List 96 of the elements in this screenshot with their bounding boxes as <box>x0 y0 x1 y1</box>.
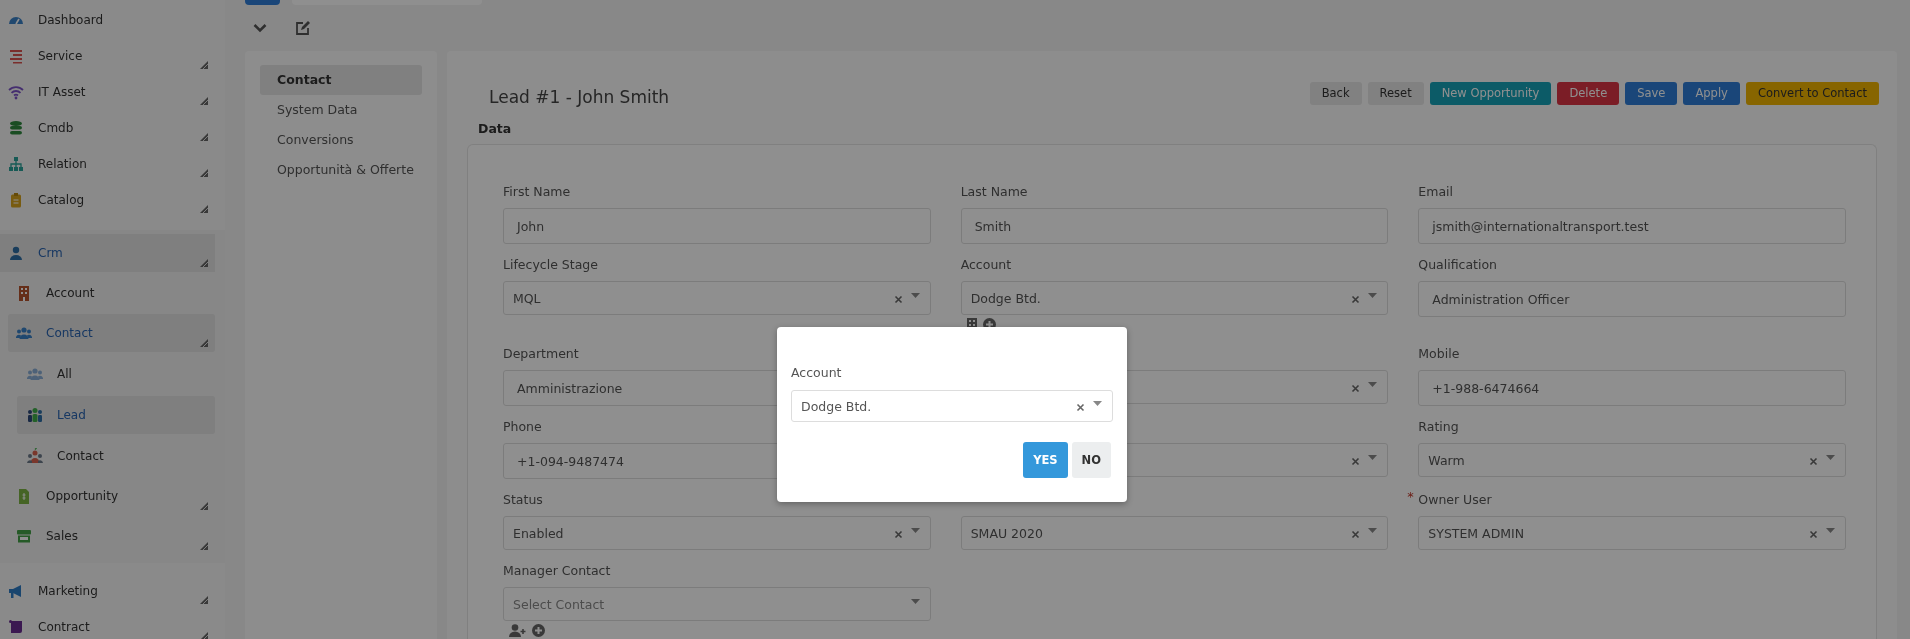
clear-icon[interactable] <box>1351 530 1361 539</box>
field-label: Lifecycle Stage <box>503 256 598 272</box>
field-label: Mobile <box>1418 345 1460 361</box>
caret-down-icon[interactable] <box>1826 528 1835 533</box>
clear-icon[interactable] <box>1351 295 1361 304</box>
scroll-icon <box>8 619 24 635</box>
sidebar-item[interactable]: Marketing <box>0 573 215 609</box>
caret-down-icon[interactable] <box>1368 455 1378 460</box>
caret-down-icon[interactable] <box>1368 528 1378 533</box>
sidebar-item[interactable]: IT Asset <box>0 74 215 110</box>
database-icon <box>8 120 24 136</box>
megaphone-icon <box>8 583 24 599</box>
input-field[interactable]: jsmith@internationaltransport.test <box>1418 208 1846 244</box>
input-field[interactable]: John <box>503 208 931 244</box>
section-menu-item[interactable]: Opportunità & Offerte <box>260 155 422 185</box>
action-button[interactable]: Convert to Contact <box>1745 81 1879 105</box>
record-title: Lead #1 - John Smith <box>489 87 670 107</box>
sidebar-item[interactable]: Service <box>0 38 215 74</box>
select-field[interactable]: MQL <box>503 281 931 315</box>
clear-icon[interactable] <box>893 530 903 539</box>
field-label: Rating <box>1418 418 1459 434</box>
user-icon <box>8 245 24 261</box>
select-field[interactable]: Warm <box>1418 443 1846 477</box>
select-field[interactable]: Dodge Btd. <box>791 390 1113 422</box>
section-title: Data <box>478 121 513 136</box>
clear-icon[interactable] <box>1809 457 1818 466</box>
list-icon <box>8 48 24 64</box>
chevron-down-icon[interactable] <box>253 23 267 33</box>
action-button[interactable]: New Opportunity <box>1429 81 1552 105</box>
select-field[interactable]: Select Contact <box>503 587 931 621</box>
sidebar-item[interactable]: Account <box>8 274 215 312</box>
sidebar-item[interactable]: Cmdb <box>0 110 215 146</box>
sidebar-item[interactable]: Contact <box>8 314 215 352</box>
sidebar-item[interactable]: Catalog <box>0 182 215 218</box>
sidebar-item[interactable]: Opportunity <box>8 477 215 515</box>
edit-icon[interactable] <box>295 20 310 36</box>
clipboard-icon <box>8 192 24 208</box>
caret-down-icon[interactable] <box>910 599 920 604</box>
sitemap-icon <box>8 156 24 172</box>
select-field[interactable]: SYSTEM ADMIN <box>1418 516 1846 550</box>
field-label: Qualification <box>1418 256 1498 272</box>
input-field[interactable]: Administration Officer <box>1418 281 1846 317</box>
user-plus-icon[interactable] <box>509 624 526 637</box>
sidebar-item[interactable]: Contact <box>17 437 215 475</box>
input-field[interactable]: Smith <box>960 208 1389 244</box>
clear-icon[interactable] <box>893 295 903 304</box>
field-label: Account <box>960 256 1012 272</box>
sidebar-item[interactable]: Crm <box>0 234 215 272</box>
users-icon <box>16 325 32 341</box>
section-menu-item[interactable]: System Data <box>260 95 422 125</box>
field-label: Last Name <box>960 183 1028 199</box>
action-button[interactable]: Delete <box>1557 81 1620 105</box>
people-icon <box>27 448 43 464</box>
field-label: Manager Contact <box>503 562 611 578</box>
action-button[interactable]: Apply <box>1683 81 1740 105</box>
action-button[interactable]: Save <box>1625 81 1678 105</box>
dialog-button[interactable]: NO <box>1071 442 1111 478</box>
caret-down-icon[interactable] <box>910 528 920 533</box>
sidebar-item[interactable]: Contract <box>0 609 215 639</box>
action-button[interactable]: Back <box>1309 81 1362 105</box>
field-label: Owner User <box>1418 491 1492 507</box>
users-icon <box>27 366 43 382</box>
store-icon <box>16 528 32 544</box>
section-menu-item[interactable]: Conversions <box>260 125 422 155</box>
users-icon <box>27 407 43 423</box>
sidebar-item[interactable]: Sales <box>8 517 215 555</box>
select-field[interactable]: Dodge Btd. <box>960 281 1389 315</box>
building-icon <box>16 285 32 301</box>
field-label: Status <box>503 491 543 507</box>
dialog-button[interactable]: YES <box>1023 442 1068 478</box>
field-label: Department <box>503 345 579 361</box>
caret-down-icon[interactable] <box>1368 382 1378 387</box>
clear-icon[interactable] <box>1809 530 1818 539</box>
clear-icon[interactable] <box>1351 384 1361 393</box>
field-label: First Name <box>503 183 571 199</box>
document-icon <box>16 488 32 504</box>
caret-down-icon[interactable] <box>1368 293 1378 298</box>
field-label: Email <box>1418 183 1453 199</box>
sidebar-item[interactable]: Relation <box>0 146 215 182</box>
sidebar-item[interactable]: Lead <box>17 396 215 434</box>
caret-down-icon[interactable] <box>1093 401 1102 406</box>
caret-down-icon[interactable] <box>1826 455 1835 460</box>
sidebar-item[interactable]: Dashboard <box>0 2 215 38</box>
clear-icon[interactable] <box>1076 403 1085 412</box>
wifi-icon <box>8 84 24 100</box>
sidebar-item[interactable]: All <box>17 355 215 393</box>
caret-down-icon[interactable] <box>910 293 920 298</box>
section-menu-item[interactable]: Contact <box>260 65 422 95</box>
select-field[interactable]: Enabled <box>503 516 931 550</box>
action-button[interactable]: Reset <box>1367 81 1424 105</box>
required-mark: * <box>1407 489 1414 504</box>
clear-icon[interactable] <box>1351 457 1361 466</box>
input-field[interactable]: +1-988-6474664 <box>1418 370 1846 406</box>
select-field[interactable]: SMAU 2020 <box>960 516 1389 550</box>
field-label: Phone <box>503 418 542 434</box>
tab[interactable] <box>245 0 280 5</box>
